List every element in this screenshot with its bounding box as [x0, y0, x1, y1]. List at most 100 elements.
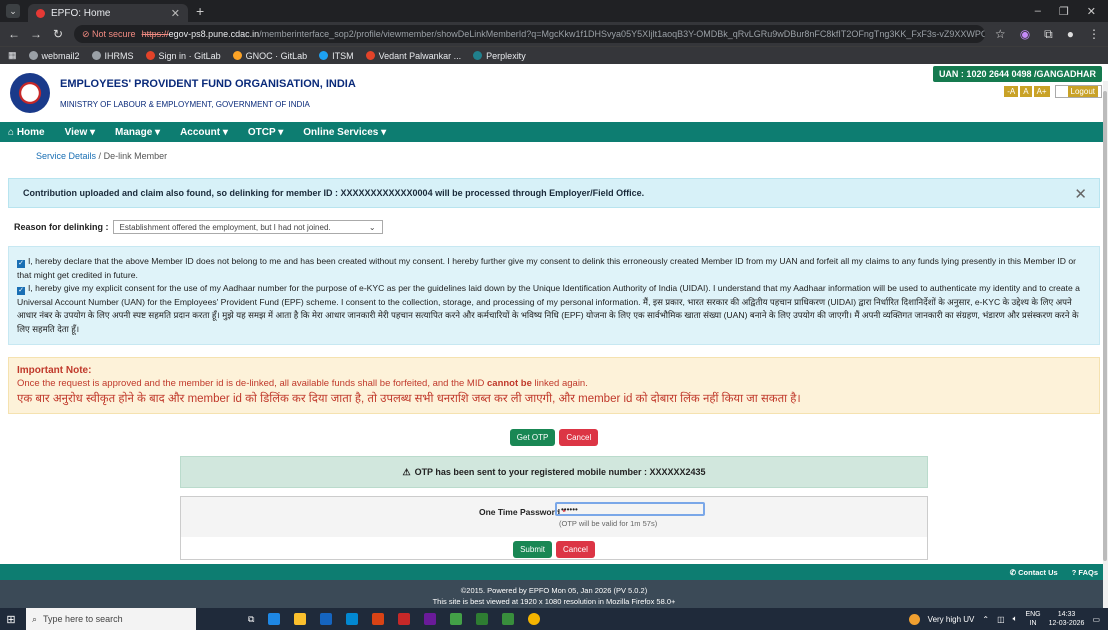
system-tray: Very high UV ⌃ ◫ 🔈︎ ENG IN 14:33 12-03-202…	[908, 610, 1108, 628]
not-secure-badge[interactable]: ⊘ Not secure	[82, 29, 136, 40]
volume-icon[interactable]: 🔈︎	[1013, 614, 1018, 624]
chrome-icon[interactable]	[528, 613, 541, 625]
bookmark-star-icon[interactable]: ☆	[995, 27, 1006, 42]
important-hindi: एक बार अनुरोध स्वीकृत होने के बाद और mem…	[17, 393, 801, 405]
browser-menu-icon[interactable]: ⋮	[1088, 27, 1100, 42]
submit-button[interactable]: Submit	[513, 541, 552, 558]
epfo-favicon-icon	[36, 8, 45, 18]
nav-account[interactable]: Account ▾	[180, 127, 228, 138]
declaration-checkbox[interactable]: ✓	[17, 260, 25, 268]
tab-search-icon[interactable]: ⌄	[6, 4, 20, 18]
logout-button[interactable]: ➜ Logout	[1054, 85, 1102, 98]
bookmark-label: IHRMS	[104, 50, 134, 61]
bookmark-label: GNOC · GitLab	[245, 50, 308, 61]
restore-icon[interactable]: ❐	[1059, 5, 1069, 18]
close-icon[interactable]: ✕	[1074, 185, 1087, 203]
reason-label: Reason for delinking :	[14, 222, 109, 232]
not-secure-text: Not secure	[92, 28, 136, 39]
main-nav: ⌂ Home View ▾ Manage ▾ Account ▾ OTCP ▾ …	[0, 122, 1108, 142]
bookmark-item[interactable]: IHRMS	[91, 50, 134, 61]
submit-button-row: Submit Cancel	[181, 541, 927, 558]
file-explorer-icon[interactable]	[294, 613, 307, 625]
excel-icon[interactable]	[476, 613, 489, 625]
back-icon[interactable]: ←	[8, 27, 20, 41]
itsm-icon	[319, 51, 329, 60]
nav-view[interactable]: View ▾	[65, 127, 95, 138]
region-text: IN	[1029, 620, 1037, 627]
wps-icon[interactable]	[398, 613, 411, 625]
mail-icon[interactable]	[346, 613, 359, 625]
gitlab-icon	[232, 51, 242, 60]
notification-icon[interactable]: ▭	[1092, 615, 1100, 624]
delink-info-alert: Contribution uploaded and claim also fou…	[8, 178, 1100, 208]
profile-avatar-icon[interactable]: ●	[1067, 27, 1074, 42]
extension-icon[interactable]: ◉	[1020, 27, 1030, 42]
important-title: Important Note:	[17, 365, 92, 376]
breadcrumb-service-details[interactable]: Service Details	[36, 151, 96, 161]
bookmark-item[interactable]: Perplexity	[473, 51, 526, 61]
language-indicator[interactable]: ENG IN	[1025, 610, 1040, 628]
important-en-part1: Once the request is approved and the mem…	[17, 378, 487, 389]
weather-text[interactable]: Very high UV	[928, 615, 975, 624]
nav-otcp[interactable]: OTCP ▾	[248, 127, 283, 138]
edge-icon[interactable]	[268, 613, 281, 625]
otp-input[interactable]: ••••••	[555, 502, 705, 516]
nav-home[interactable]: ⌂ Home	[8, 127, 45, 138]
scrollbar-thumb[interactable]	[1103, 91, 1107, 561]
reload-icon[interactable]: ↻	[52, 27, 64, 41]
app-icon[interactable]	[450, 613, 463, 625]
window-controls: – ❐ ✕	[1035, 5, 1108, 18]
contact-us-link[interactable]: ✆ Contact Us	[1010, 568, 1058, 577]
minimize-icon[interactable]: –	[1035, 5, 1041, 18]
aadhaar-consent-checkbox[interactable]: ✓	[17, 287, 25, 295]
taskbar-search-placeholder: Type here to search	[43, 614, 123, 624]
nav-online-services[interactable]: Online Services ▾	[303, 127, 386, 138]
close-window-icon[interactable]: ✕	[1087, 5, 1096, 18]
reason-select[interactable]: Establishment offered the employment, bu…	[112, 220, 383, 234]
footer-links: ✆ Contact Us ? FAQs	[0, 564, 1108, 580]
font-normal-button[interactable]: A	[1020, 86, 1032, 97]
new-tab-icon[interactable]: +	[196, 3, 204, 19]
important-en-part2: linked again.	[531, 378, 588, 389]
cancel-otp-button[interactable]: Cancel	[556, 541, 595, 558]
slack-icon[interactable]	[424, 613, 437, 625]
font-decrease-button[interactable]: -A	[1004, 86, 1019, 97]
reason-select-value: Establishment offered the employment, bu…	[119, 222, 331, 232]
weather-icon[interactable]	[908, 613, 920, 625]
clock[interactable]: 14:33 12-03-2026	[1049, 610, 1085, 628]
declaration-text: I, hereby declare that the above Member …	[17, 256, 1076, 280]
otp-validity-text: (OTP will be valid for 1m 57s)	[559, 519, 658, 528]
network-icon[interactable]: ◫	[997, 615, 1005, 624]
cancel-button[interactable]: Cancel	[559, 429, 599, 446]
breadcrumb-separator: /	[98, 151, 102, 161]
bookmark-item[interactable]: GNOC · GitLab	[232, 50, 308, 61]
faqs-label: FAQs	[1078, 567, 1098, 577]
search-icon: ⌕	[32, 613, 38, 624]
extensions-puzzle-icon[interactable]: ⧉	[1044, 27, 1053, 42]
bookmark-item[interactable]: Sign in · GitLab	[145, 50, 221, 61]
page-scrollbar[interactable]	[1103, 81, 1108, 608]
forward-icon[interactable]: →	[30, 27, 42, 41]
task-view-icon[interactable]: ⧉	[248, 614, 254, 625]
bookmark-label: Sign in · GitLab	[158, 50, 221, 61]
bookmark-item[interactable]: ITSM	[319, 51, 354, 61]
tray-chevron-icon[interactable]: ⌃	[982, 615, 989, 624]
nav-manage[interactable]: Manage ▾	[115, 127, 160, 138]
office-icon[interactable]	[372, 613, 385, 625]
otp-label: One Time Password *	[479, 507, 566, 517]
taskbar-search[interactable]: ⌕ Type here to search	[26, 608, 196, 630]
faqs-link[interactable]: ? FAQs	[1072, 568, 1098, 577]
url-field[interactable]: ⊘ Not secure https:// egov-ps8.pune.cdac…	[74, 25, 985, 43]
browser-tab-bar: ⌄ EPFO: Home ✕ + – ❐ ✕	[0, 0, 1108, 22]
browser-tab[interactable]: EPFO: Home ✕	[28, 4, 188, 22]
tab-close-icon[interactable]: ✕	[171, 7, 180, 20]
apps-grid-icon[interactable]: ▦	[8, 50, 17, 61]
font-increase-button[interactable]: A+	[1033, 86, 1050, 97]
bookmark-item[interactable]: Vedant Palwankar ...	[365, 51, 461, 61]
bookmark-item[interactable]: webmail2	[28, 51, 80, 61]
store-icon[interactable]	[320, 613, 333, 625]
bookmark-label: Perplexity	[486, 50, 526, 61]
windows-start-icon[interactable]: ⊞	[0, 613, 22, 626]
app-icon[interactable]	[502, 613, 515, 625]
get-otp-button[interactable]: Get OTP	[509, 429, 556, 446]
